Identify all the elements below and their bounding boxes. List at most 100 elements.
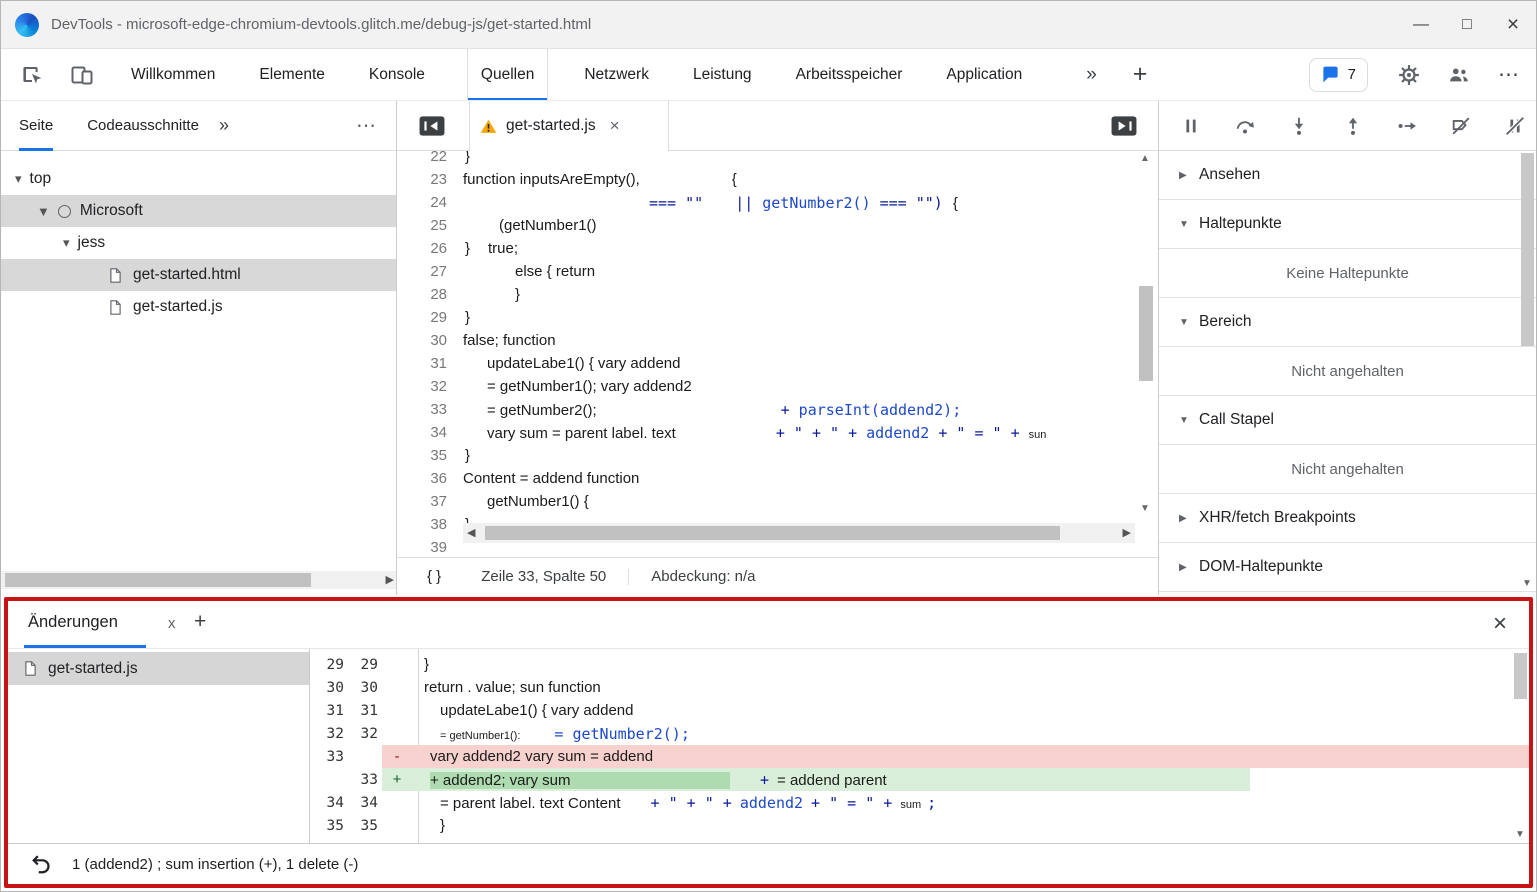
scroll-left-icon[interactable]: ◀ <box>467 526 475 539</box>
line-number[interactable]: 31 <box>397 355 463 372</box>
section-call-stapel[interactable]: ▼Call Stapel <box>1159 396 1536 445</box>
navigator-tab-codeausschnitte[interactable]: Codeausschnitte <box>87 101 199 151</box>
tab-aenderungen[interactable]: Änderungen <box>28 613 118 632</box>
tab-netzwerk[interactable]: Netzwerk <box>582 49 651 101</box>
tab-application[interactable]: Application <box>944 49 1024 101</box>
tab-quellen[interactable]: Quellen <box>467 49 548 101</box>
issues-counter[interactable]: 7 <box>1309 58 1368 92</box>
scroll-right-icon[interactable]: ▶ <box>1123 526 1131 539</box>
pause-on-exceptions-icon[interactable] <box>1503 114 1527 138</box>
scrollbar-thumb[interactable] <box>485 526 1060 540</box>
section-ansehen[interactable]: ▶Ansehen <box>1159 151 1536 200</box>
code-editor[interactable]: 22}23function inputsAreEmpty(),{24=== ""… <box>397 151 1158 557</box>
tree-item-top[interactable]: ▾top <box>1 163 396 195</box>
tab-elemente[interactable]: Elemente <box>257 49 326 101</box>
feedback-icon[interactable] <box>1446 62 1472 88</box>
scrollbar-thumb[interactable] <box>5 573 311 587</box>
navigator-overflow-icon[interactable]: » <box>219 115 229 136</box>
more-menu-icon[interactable]: ⋯ <box>1498 62 1520 87</box>
format-code-button[interactable]: { } <box>427 568 441 585</box>
line-number[interactable]: 26 <box>397 240 463 257</box>
changed-file-item[interactable]: get-started.js <box>8 652 309 685</box>
navigator-tab-seite[interactable]: Seite <box>19 101 53 151</box>
line-number[interactable]: 27 <box>397 263 463 280</box>
step-over-icon[interactable] <box>1233 114 1257 138</box>
scroll-right-icon[interactable]: ▶ <box>386 573 394 586</box>
tree-item-microsoft[interactable]: ▼Microsoft <box>1 195 396 227</box>
line-number[interactable]: 25 <box>397 217 463 234</box>
debugger-scrollbar[interactable]: ▼ <box>1519 151 1536 595</box>
tree-item-get-started-html[interactable]: get-started.html <box>1 259 396 291</box>
line-number[interactable]: 38 <box>397 516 463 533</box>
open-in-sources-icon[interactable] <box>1111 115 1137 137</box>
inspect-icon[interactable] <box>19 62 45 88</box>
scrollbar-thumb[interactable] <box>1521 153 1534 346</box>
diff-row-ctx: 3232= getNumber1():= getNumber2(); <box>310 722 1529 745</box>
tab-close-icon[interactable]: × <box>610 116 620 136</box>
pause-icon[interactable] <box>1179 114 1203 138</box>
expand-arrow-icon[interactable]: ▾ <box>15 171 22 187</box>
scroll-up-icon[interactable]: ▲ <box>1140 153 1150 164</box>
step-icon[interactable] <box>1395 114 1419 138</box>
expand-arrow-icon[interactable]: ▾ <box>63 235 70 251</box>
code-text: } <box>463 447 470 464</box>
scroll-down-icon[interactable]: ▼ <box>1515 829 1525 840</box>
diff-view[interactable]: 2929}3030return . value; sun function313… <box>310 649 1529 843</box>
editor-horizontal-scrollbar[interactable]: ◀ ▶ <box>463 523 1135 543</box>
tab-arbeitsspeicher[interactable]: Arbeitsspeicher <box>794 49 905 101</box>
section-xhr-fetch-breakpoints[interactable]: ▶XHR/fetch Breakpoints <box>1159 494 1536 543</box>
diff-summary: 1 (addend2) ; sum insertion (+), 1 delet… <box>72 856 358 873</box>
code-text: } <box>463 309 470 326</box>
more-tabs-icon[interactable]: » <box>1086 64 1097 86</box>
minimize-button[interactable]: — <box>1398 1 1444 49</box>
add-panel-icon[interactable]: + <box>1133 60 1148 89</box>
device-toolbar-icon[interactable] <box>69 62 95 88</box>
close-drawer-icon[interactable]: × <box>1493 610 1507 638</box>
line-number[interactable]: 23 <box>397 171 463 188</box>
line-number[interactable]: 37 <box>397 493 463 510</box>
deactivate-breakpoints-icon[interactable] <box>1449 114 1473 138</box>
code-segment: = addend parent <box>777 772 887 789</box>
code-line-31: 31updateLabe1() { vary addend <box>397 352 1158 375</box>
settings-gear-icon[interactable] <box>1396 62 1422 88</box>
section-haltepunkte[interactable]: ▼Haltepunkte <box>1159 200 1536 249</box>
line-number[interactable]: 30 <box>397 332 463 349</box>
navigator-more-options-icon[interactable]: ⋯ <box>356 113 376 138</box>
expand-arrow-icon[interactable]: ▼ <box>37 204 50 219</box>
line-number[interactable]: 34 <box>397 424 463 441</box>
navigator-horizontal-scrollbar[interactable]: ▶ <box>1 571 396 589</box>
scroll-down-icon[interactable]: ▼ <box>1140 503 1150 514</box>
tree-item-get-started-js[interactable]: get-started.js <box>1 291 396 323</box>
line-number[interactable]: 29 <box>397 309 463 326</box>
scrollbar-thumb[interactable] <box>1139 286 1153 381</box>
line-number[interactable]: 24 <box>397 194 463 211</box>
line-number[interactable]: 28 <box>397 286 463 303</box>
step-into-icon[interactable] <box>1287 114 1311 138</box>
line-number[interactable]: 32 <box>397 378 463 395</box>
line-number[interactable]: 36 <box>397 470 463 487</box>
line-number[interactable]: 35 <box>397 447 463 464</box>
tree-item-label: get-started.html <box>133 266 241 284</box>
section-bereich[interactable]: ▼Bereich <box>1159 298 1536 347</box>
step-out-icon[interactable] <box>1341 114 1365 138</box>
add-drawer-tab-icon[interactable]: + <box>194 610 206 634</box>
hide-navigator-icon[interactable] <box>419 115 445 137</box>
line-number[interactable]: 33 <box>397 401 463 418</box>
close-window-button[interactable]: × <box>1490 1 1536 49</box>
drawer-tab-close-icon[interactable]: x <box>168 615 176 632</box>
scroll-down-icon[interactable]: ▼ <box>1522 578 1532 589</box>
drawer-tab-bar: Änderungen x + × <box>8 601 1529 649</box>
line-number[interactable]: 22 <box>397 151 463 165</box>
editor-tab-get-started-js[interactable]: get-started.js × <box>469 101 669 151</box>
maximize-button[interactable]: □ <box>1444 1 1490 49</box>
tree-item-jess[interactable]: ▾jess <box>1 227 396 259</box>
section-dom-haltepunkte[interactable]: ▶DOM-Haltepunkte <box>1159 543 1536 592</box>
scrollbar-thumb[interactable] <box>1514 653 1527 699</box>
tab-leistung[interactable]: Leistung <box>691 49 754 101</box>
tab-willkommen[interactable]: Willkommen <box>129 49 217 101</box>
diff-scrollbar[interactable]: ▼ <box>1512 649 1529 843</box>
line-number[interactable]: 39 <box>397 539 463 556</box>
tab-konsole[interactable]: Konsole <box>367 49 427 101</box>
editor-vertical-scrollbar[interactable]: ▲ ▼ <box>1136 151 1156 521</box>
revert-changes-icon[interactable] <box>30 853 52 875</box>
